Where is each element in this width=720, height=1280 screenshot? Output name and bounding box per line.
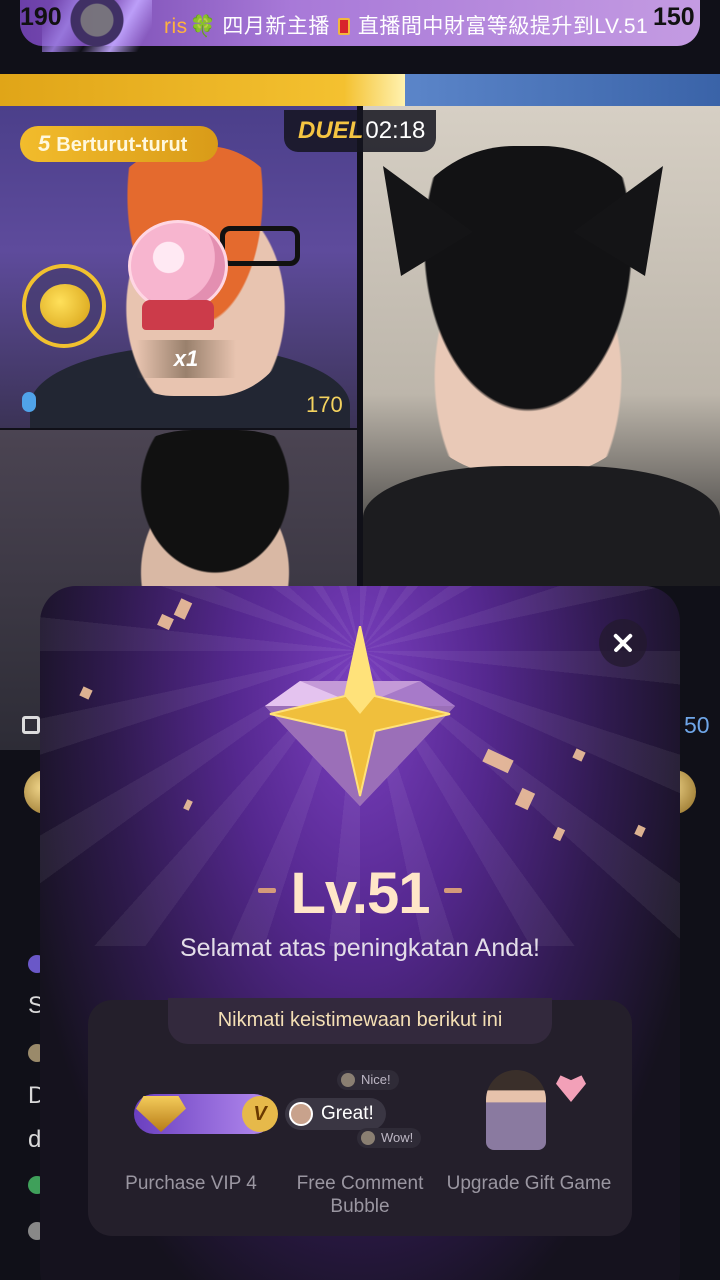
gold-coins-icon bbox=[40, 284, 90, 328]
great-text: Great! bbox=[321, 1103, 374, 1124]
congratulations-text: Selamat atas peningkatan Anda! bbox=[180, 934, 540, 962]
banner-username: ris bbox=[164, 15, 188, 38]
mini-avatar bbox=[361, 1131, 375, 1145]
right-team-bar bbox=[405, 74, 720, 106]
clover-icon: 🍀 bbox=[189, 15, 217, 38]
duel-logo: DUEL bbox=[298, 117, 364, 144]
perks-title: Nikmati keistimewaan berikut ini bbox=[168, 998, 552, 1044]
perk-label: Upgrade Gift Game bbox=[446, 1173, 612, 1194]
gift-game-icon bbox=[486, 1070, 546, 1150]
diamond-level-icon bbox=[265, 626, 455, 806]
duel-score-bar bbox=[0, 74, 720, 106]
video-panel-host-2[interactable] bbox=[363, 106, 720, 586]
level-title: Lv.51 bbox=[290, 861, 430, 926]
vip-card-icon: V bbox=[134, 1094, 278, 1134]
wow-bubble: Wow! bbox=[357, 1128, 422, 1148]
mini-avatar bbox=[341, 1073, 355, 1087]
banner-text-2: 直播間中財富等級提升到LV.51 bbox=[357, 15, 649, 38]
streak-badge: 5 Berturut-turut bbox=[20, 126, 218, 162]
wow-text: Wow! bbox=[381, 1130, 414, 1145]
streak-label: Berturut-turut bbox=[56, 134, 188, 156]
duel-timer: DUEL02:18 bbox=[284, 110, 436, 152]
gumball-base bbox=[142, 300, 214, 330]
avatar bbox=[289, 1102, 313, 1126]
gumball-globe bbox=[128, 220, 228, 312]
banner-text-1: 四月新主播 bbox=[222, 15, 330, 38]
wealth-level-announcement-banner[interactable]: ris🍀 四月新主播 直播間中財富等級提升到LV.51 bbox=[20, 0, 700, 52]
streamer-body bbox=[363, 466, 720, 586]
level-dash-right bbox=[444, 888, 462, 893]
gift-multiplier: x1 bbox=[136, 340, 236, 378]
duel-timer-value: 02:18 bbox=[365, 117, 426, 144]
perks-panel: Nikmati keistimewaan berikut ini V Purch… bbox=[88, 998, 632, 1236]
vip-letter: V bbox=[242, 1096, 278, 1132]
host-1-score: 170 bbox=[306, 392, 343, 417]
red-envelope-icon bbox=[337, 18, 350, 35]
left-team-score: 190 bbox=[20, 3, 62, 31]
right-team-score: 150 bbox=[653, 3, 695, 31]
host-2-score: 50 bbox=[684, 712, 710, 738]
microphone-icon bbox=[22, 392, 36, 412]
gumball-gift-icon bbox=[128, 220, 228, 330]
streak-count: 5 bbox=[38, 131, 51, 156]
glasses bbox=[220, 226, 300, 266]
live-stream-screen: { "banner": { "username": "ris", "clover… bbox=[0, 0, 720, 1280]
perk-label: Purchase VIP 4 bbox=[125, 1173, 257, 1194]
left-team-bar bbox=[0, 74, 405, 106]
picture-icon bbox=[22, 716, 40, 734]
level-up-modal: Lv.51 Selamat atas peningkatan Anda! Nik… bbox=[40, 586, 680, 1280]
close-button[interactable] bbox=[599, 619, 647, 667]
perk-free-comment-bubble[interactable]: Nice! Great! Wow! Free Comment Bubble bbox=[275, 1064, 445, 1224]
perk-purchase-vip[interactable]: V Purchase VIP 4 bbox=[106, 1064, 278, 1224]
perk-label: Free Comment Bubble bbox=[296, 1173, 424, 1217]
nice-bubble: Nice! bbox=[337, 1070, 399, 1090]
banner-text: ris🍀 四月新主播 直播間中財富等級提升到LV.51 bbox=[164, 10, 648, 40]
vip-gem-icon bbox=[136, 1096, 186, 1132]
perk-upgrade-gift-game[interactable]: Upgrade Gift Game bbox=[444, 1064, 614, 1224]
heart-icon bbox=[556, 1075, 586, 1102]
coin-gift-button[interactable] bbox=[22, 264, 106, 348]
great-bubble: Great! bbox=[285, 1098, 386, 1130]
nice-text: Nice! bbox=[361, 1072, 391, 1087]
